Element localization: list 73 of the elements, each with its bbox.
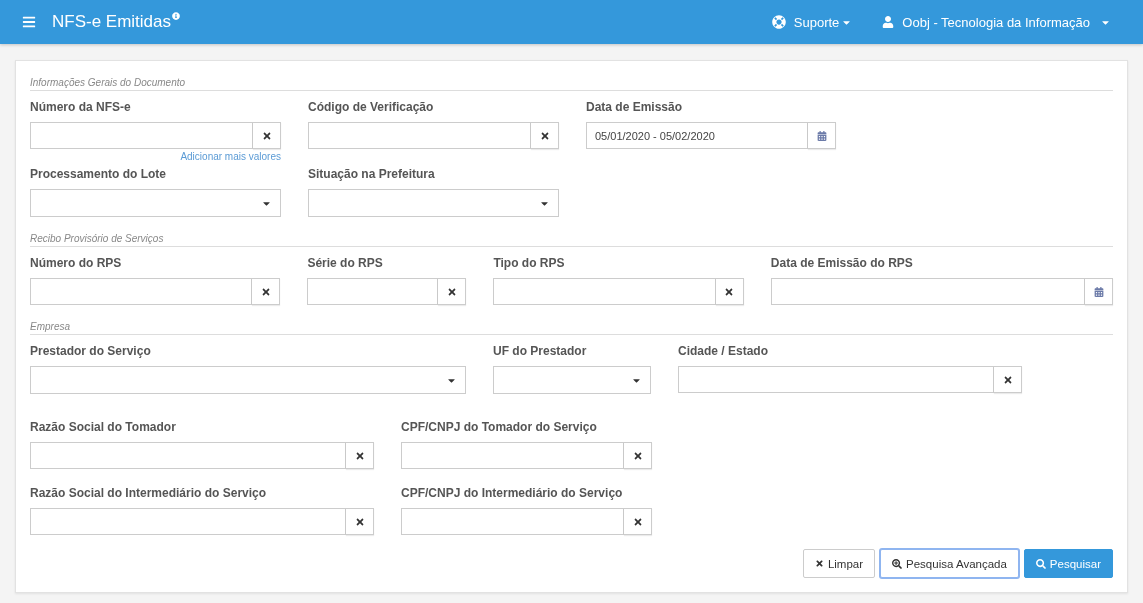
clear-button[interactable] bbox=[715, 278, 744, 305]
field-label: Número da NFS-e bbox=[30, 99, 132, 115]
close-icon bbox=[1002, 374, 1013, 385]
dropdown-select[interactable] bbox=[493, 366, 651, 394]
field-label: Cidade / Estado bbox=[678, 343, 770, 359]
field-label: Processamento do Lote bbox=[30, 166, 168, 182]
page-title: NFS-e Emitidas bbox=[52, 12, 172, 32]
dropdown-select[interactable] bbox=[30, 189, 281, 217]
field-label: CPF/CNPJ do Intermediário do Serviço bbox=[401, 485, 624, 501]
field-label: Prestador do Serviço bbox=[30, 343, 152, 359]
clear-button[interactable] bbox=[253, 122, 281, 149]
close-icon bbox=[632, 516, 643, 527]
field-label: Data de Emissão bbox=[586, 99, 684, 115]
section-title: Empresa bbox=[30, 321, 1113, 335]
field-label: Número do RPS bbox=[30, 255, 123, 271]
text-input[interactable] bbox=[307, 278, 439, 305]
action-button[interactable]: Limpar bbox=[802, 549, 876, 578]
close-icon bbox=[814, 559, 824, 568]
section-title: Recibo Provisório de Serviços bbox=[30, 233, 1113, 247]
text-input[interactable] bbox=[30, 442, 346, 469]
calendar-icon bbox=[1093, 286, 1104, 297]
clear-button[interactable] bbox=[624, 442, 652, 469]
lifebuoy-icon bbox=[771, 15, 786, 29]
field-label: Série do RPS bbox=[307, 255, 384, 271]
close-icon bbox=[354, 516, 365, 527]
user-icon bbox=[882, 16, 895, 28]
text-input[interactable] bbox=[678, 366, 994, 393]
field-label: Código de Verificação bbox=[308, 99, 435, 115]
clear-button[interactable] bbox=[994, 366, 1022, 393]
date-range-input[interactable] bbox=[770, 278, 1085, 305]
action-button[interactable]: Pesquisa Avançada bbox=[880, 549, 1019, 578]
close-icon bbox=[354, 450, 365, 461]
clear-button[interactable] bbox=[438, 278, 467, 305]
close-icon bbox=[261, 130, 272, 141]
close-icon bbox=[446, 286, 457, 297]
zoom-in-icon bbox=[892, 558, 903, 569]
clear-button[interactable] bbox=[346, 508, 374, 535]
text-input[interactable] bbox=[401, 442, 624, 469]
info-icon[interactable] bbox=[172, 12, 181, 20]
field-label: Data de Emissão do RPS bbox=[770, 255, 914, 271]
field-label: Tipo do RPS bbox=[493, 255, 566, 271]
clear-button[interactable] bbox=[624, 508, 652, 535]
field-label: Situação na Prefeitura bbox=[308, 166, 436, 182]
text-input[interactable] bbox=[30, 122, 253, 149]
close-icon bbox=[260, 286, 271, 297]
clear-button[interactable] bbox=[346, 442, 374, 469]
text-input[interactable] bbox=[401, 508, 624, 535]
close-icon bbox=[724, 286, 735, 297]
action-button[interactable]: Pesquisar bbox=[1023, 549, 1113, 578]
close-icon bbox=[539, 130, 550, 141]
section-title: Informações Gerais do Documento bbox=[30, 77, 1113, 91]
field-label: CPF/CNPJ do Tomador do Serviço bbox=[401, 419, 598, 435]
field-label: UF do Prestador bbox=[493, 343, 588, 359]
add-values-link[interactable]: Adicionar mais valores bbox=[180, 151, 281, 163]
search-icon bbox=[1035, 558, 1046, 569]
support-menu[interactable]: Suporte bbox=[771, 14, 853, 30]
user-menu[interactable]: Oobj - Tecnologia da Informação bbox=[882, 14, 1111, 30]
text-input[interactable] bbox=[308, 122, 531, 149]
field-label: Razão Social do Intermediário do Serviço bbox=[30, 485, 268, 501]
clear-button[interactable] bbox=[531, 122, 559, 149]
dropdown-select[interactable] bbox=[308, 189, 559, 217]
calendar-button[interactable] bbox=[808, 122, 836, 149]
calendar-button[interactable] bbox=[1085, 278, 1113, 305]
menu-icon[interactable] bbox=[22, 15, 36, 29]
text-input[interactable] bbox=[30, 278, 253, 305]
field-label: Razão Social do Tomador bbox=[30, 419, 177, 435]
date-range-input[interactable]: 05/01/2020 - 05/02/2020 bbox=[586, 122, 808, 149]
text-input[interactable] bbox=[493, 278, 716, 305]
clear-button[interactable] bbox=[252, 278, 281, 305]
close-icon bbox=[632, 450, 643, 461]
dropdown-select[interactable] bbox=[30, 366, 466, 394]
calendar-icon bbox=[816, 130, 827, 141]
text-input[interactable] bbox=[30, 508, 346, 535]
